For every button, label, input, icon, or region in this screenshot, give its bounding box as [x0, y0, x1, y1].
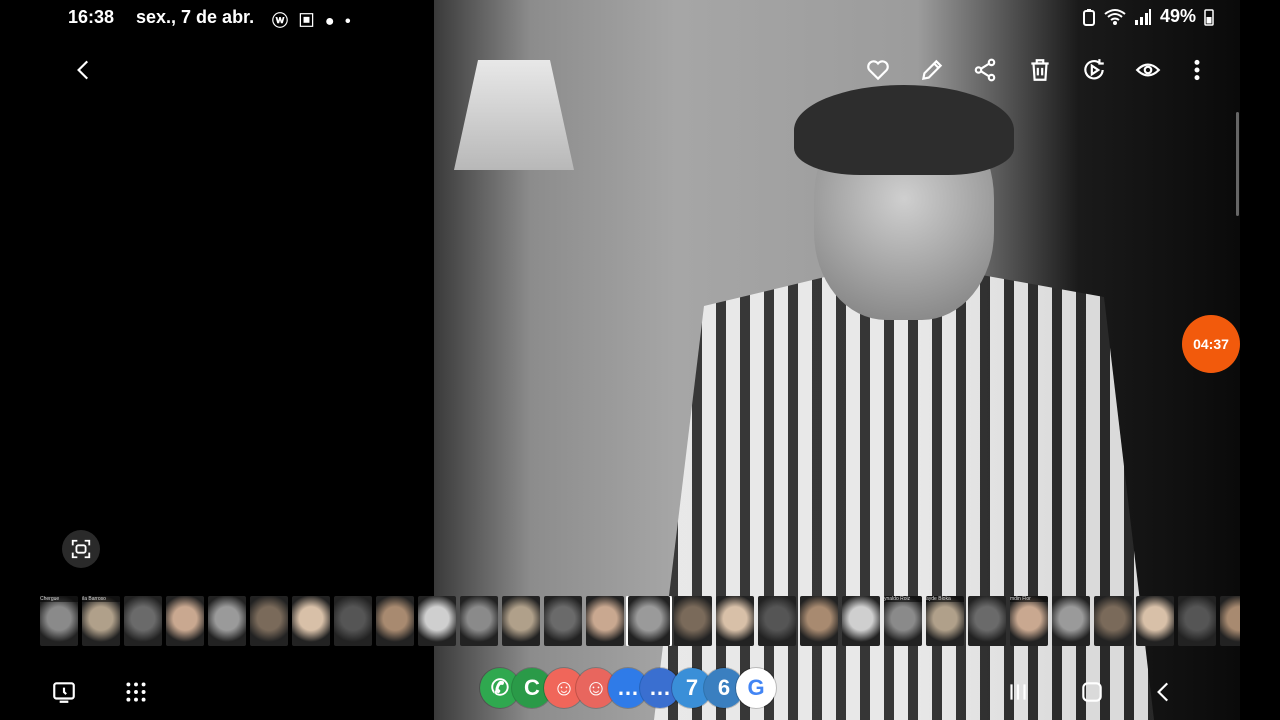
filmstrip-thumbnail[interactable] [800, 596, 838, 646]
share-button[interactable] [967, 52, 1003, 88]
remaster-icon [1084, 59, 1104, 80]
filmstrip-thumbnail[interactable] [842, 596, 880, 646]
grid-icon [126, 682, 146, 702]
filmstrip-thumbnail[interactable]: Chergue [40, 596, 78, 646]
battery-percent: 49% [1159, 6, 1196, 26]
back-icon [77, 60, 89, 80]
more-icon [1194, 59, 1200, 81]
filmstrip-thumbnail[interactable] [250, 596, 288, 646]
status-date: sex., 7 de abr. [136, 7, 255, 27]
battery-saver-icon [1082, 8, 1095, 26]
filmstrip-thumbnail[interactable]: ayde Bloka [926, 596, 964, 646]
photo-striped-shirt [654, 270, 1154, 720]
filmstrip-thumbnail[interactable] [544, 596, 582, 646]
filmstrip[interactable]: Chergue lla Barroso ynaldo Rolz ayde Bloka m… [40, 596, 1240, 646]
trash-icon [1031, 59, 1049, 81]
filmstrip-thumbnail[interactable] [124, 596, 162, 646]
signal-icon [1134, 8, 1151, 25]
thumbnail-caption: ayde Bloka [926, 596, 964, 602]
filmstrip-thumbnail[interactable]: mdin Flor [1010, 596, 1048, 646]
heart-icon [867, 60, 889, 81]
dock-app-google[interactable]: G [736, 668, 776, 708]
wifi-icon [1104, 8, 1126, 25]
filmstrip-thumbnail[interactable] [1178, 596, 1216, 646]
edit-icon [921, 59, 943, 81]
filmstrip-thumbnail[interactable]: ynaldo Rolz [884, 596, 922, 646]
favorite-button[interactable] [860, 52, 896, 88]
filmstrip-thumbnail[interactable] [334, 596, 372, 646]
view-button[interactable] [1130, 52, 1166, 88]
filmstrip-thumbnail[interactable] [292, 596, 330, 646]
thumbnail-caption: lla Barroso [82, 596, 120, 602]
scan-icon [71, 539, 91, 559]
recording-timer[interactable]: 04:37 [1182, 315, 1240, 373]
status-time: 16:38 [68, 7, 115, 27]
eye-icon [1135, 63, 1161, 77]
recent-apps-edge-button[interactable] [44, 672, 84, 712]
all-apps-button[interactable] [116, 672, 156, 712]
status-bar: 16:38 sex., 7 de abr. ⓦ ▣ ● • 49% [0, 0, 1280, 34]
filmstrip-thumbnail[interactable] [502, 596, 540, 646]
recents-icon [1010, 684, 1026, 700]
filmstrip-thumbnail[interactable] [968, 596, 1006, 646]
thumbnail-caption: mdin Flor [1010, 596, 1048, 602]
filmstrip-thumbnail[interactable] [208, 596, 246, 646]
notification-icons: ⓦ ▣ ● • [272, 13, 354, 30]
scroll-handle[interactable] [1236, 112, 1239, 216]
thumbnail-caption: ynaldo Rolz [884, 596, 922, 602]
bixby-vision-button[interactable] [62, 530, 100, 568]
filmstrip-thumbnail[interactable] [376, 596, 414, 646]
taskbar-dock: ✆ C ☺ ☺…… 7 6 G [480, 668, 776, 708]
filmstrip-thumbnail[interactable] [460, 596, 498, 646]
thumbnail-caption: Chergue [40, 596, 78, 602]
share-icon [974, 58, 996, 82]
delete-button[interactable] [1022, 52, 1058, 88]
filmstrip-thumbnail[interactable] [1220, 596, 1240, 646]
home-icon [1082, 682, 1102, 702]
filmstrip-thumbnail[interactable] [674, 596, 712, 646]
filmstrip-thumbnail[interactable] [1136, 596, 1174, 646]
chevron-left-icon [1157, 682, 1169, 702]
recents-button[interactable] [998, 672, 1038, 712]
status-right-group: 49% [1082, 6, 1214, 27]
edit-button[interactable] [914, 52, 950, 88]
filmstrip-thumbnail[interactable] [716, 596, 754, 646]
filmstrip-thumbnail[interactable] [1052, 596, 1090, 646]
filmstrip-thumbnail[interactable] [586, 596, 624, 646]
filmstrip-thumbnail[interactable] [418, 596, 456, 646]
filmstrip-thumbnail[interactable] [1094, 596, 1132, 646]
taskbar-icon [53, 682, 75, 703]
filmstrip-thumbnail[interactable]: lla Barroso [82, 596, 120, 646]
nav-back-button[interactable] [1144, 672, 1184, 712]
filmstrip-thumbnail[interactable] [626, 596, 672, 646]
more-options-button[interactable] [1179, 52, 1215, 88]
remaster-button[interactable] [1076, 52, 1112, 88]
photo-hair [794, 85, 1014, 175]
battery-icon [1204, 8, 1214, 26]
filmstrip-thumbnail[interactable] [758, 596, 796, 646]
home-button[interactable] [1072, 672, 1112, 712]
back-button[interactable] [66, 52, 102, 88]
filmstrip-thumbnail[interactable] [166, 596, 204, 646]
photo-lamp [454, 60, 574, 170]
